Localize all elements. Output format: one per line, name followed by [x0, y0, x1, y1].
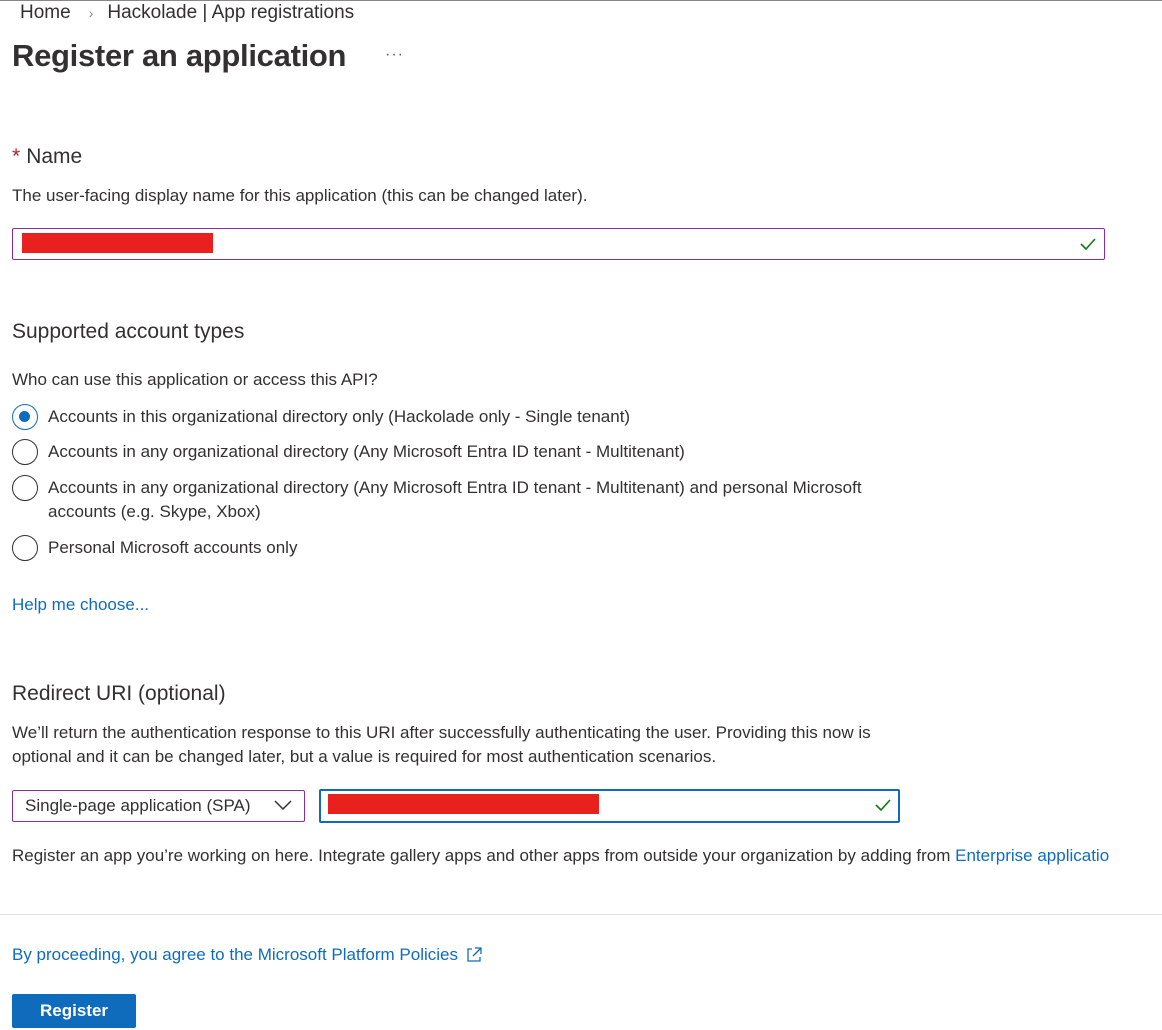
account-option-label: Accounts in this organizational director…	[48, 407, 631, 426]
enterprise-applications-link[interactable]: Enterprise applicatio	[955, 846, 1109, 865]
platform-policies[interactable]: By proceeding, you agree to the Microsof…	[12, 945, 483, 965]
redacted-value	[328, 794, 599, 814]
required-marker: *	[12, 145, 21, 168]
platform-policies-link[interactable]: By proceeding, you agree to the Microsof…	[12, 945, 458, 965]
redirect-description-line1: We’ll return the authentication response…	[12, 723, 871, 742]
breadcrumb-home[interactable]: Home	[20, 2, 71, 24]
account-option-personal-only[interactable]: Personal Microsoft accounts only	[12, 535, 298, 561]
radio-selected-icon[interactable]	[12, 404, 38, 430]
checkmark-icon	[1080, 238, 1096, 250]
account-option-multitenant-personal[interactable]: Accounts in any organizational directory…	[12, 475, 862, 524]
redirect-description-line2: optional and it can be changed later, bu…	[12, 747, 717, 766]
redacted-value	[22, 233, 213, 253]
checkmark-icon	[875, 799, 891, 811]
account-option-multitenant[interactable]: Accounts in any organizational directory…	[12, 439, 685, 465]
account-option-label-line1: Accounts in any organizational directory…	[48, 478, 862, 497]
name-description: The user-facing display name for this ap…	[12, 186, 588, 205]
redirect-uri-field[interactable]	[319, 789, 900, 823]
enterprise-note: Register an app you’re working on here. …	[12, 844, 1109, 868]
account-option-single-tenant[interactable]: Accounts in this organizational director…	[12, 404, 631, 430]
redirect-uri-description: We’ll return the authentication response…	[12, 721, 871, 769]
register-button[interactable]: Register	[12, 994, 136, 1028]
breadcrumb-separator-icon: ›	[88, 5, 94, 21]
footer-divider	[0, 914, 1162, 915]
account-option-label-line2: accounts (e.g. Skype, Xbox)	[48, 502, 261, 521]
redirect-uri-heading: Redirect URI (optional)	[12, 682, 226, 705]
name-heading-label: Name	[26, 145, 83, 168]
radio-icon[interactable]	[12, 535, 38, 561]
page-title: Register an application	[12, 38, 347, 73]
account-option-label: Accounts in any organizational directory…	[48, 476, 862, 524]
top-border	[0, 0, 1162, 1]
platform-select[interactable]: Single-page application (SPA)	[12, 790, 305, 822]
account-option-label: Personal Microsoft accounts only	[48, 538, 298, 557]
platform-select-value: Single-page application (SPA)	[25, 796, 251, 815]
account-types-heading: Supported account types	[12, 320, 245, 343]
account-types-question: Who can use this application or access t…	[12, 370, 378, 389]
more-options-icon[interactable]: ···	[385, 46, 404, 64]
radio-icon[interactable]	[12, 439, 38, 465]
breadcrumb: Home › Hackolade | App registrations	[20, 2, 354, 24]
breadcrumb-app-registrations[interactable]: Hackolade | App registrations	[107, 2, 354, 24]
radio-icon[interactable]	[12, 475, 38, 501]
enterprise-note-text: Register an app you’re working on here. …	[12, 846, 956, 865]
help-me-choose-link[interactable]: Help me choose...	[12, 593, 149, 617]
chevron-down-icon	[274, 800, 292, 811]
name-heading: * Name	[12, 145, 82, 169]
account-option-label: Accounts in any organizational directory…	[48, 442, 685, 461]
name-field[interactable]	[12, 228, 1105, 260]
external-link-icon	[467, 947, 482, 962]
